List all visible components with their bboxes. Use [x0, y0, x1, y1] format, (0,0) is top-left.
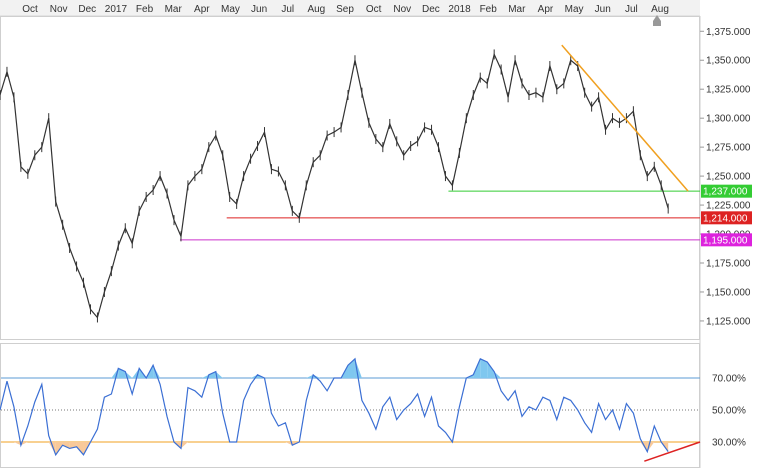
- x-tick-label: Dec: [78, 4, 96, 15]
- y-tick-label: 1,125.000: [706, 316, 751, 327]
- x-tick-label: May: [221, 4, 240, 15]
- x-tick-label: Feb: [136, 4, 154, 15]
- indicator-tick-label: 70.00%: [712, 374, 746, 385]
- x-tick-label: May: [565, 4, 584, 15]
- indicator-tick-label: 30.00%: [712, 438, 746, 449]
- x-tick-label: Aug: [651, 4, 669, 15]
- chart-background: [0, 0, 768, 470]
- y-tick-label: 1,375.000: [706, 27, 751, 38]
- price-label-text: 1,195.000: [703, 235, 748, 246]
- y-tick-label: 1,300.000: [706, 114, 751, 125]
- x-tick-label: Nov: [50, 4, 68, 15]
- x-tick-label: 2017: [105, 4, 128, 15]
- x-tick-label: Apr: [538, 4, 554, 15]
- indicator-tick-label: 50.00%: [712, 406, 746, 417]
- x-tick-label: Mar: [165, 4, 183, 15]
- x-tick-label: Aug: [307, 4, 325, 15]
- x-tick-label: Dec: [422, 4, 440, 15]
- x-tick-label: 2018: [448, 4, 471, 15]
- y-tick-label: 1,350.000: [706, 56, 751, 67]
- x-tick-label: Jul: [625, 4, 638, 15]
- x-tick-label: Feb: [480, 4, 498, 15]
- y-tick-label: 1,250.000: [706, 172, 751, 183]
- y-tick-label: 1,175.000: [706, 259, 751, 270]
- x-tick-label: Jul: [281, 4, 294, 15]
- x-tick-label: Oct: [22, 4, 38, 15]
- x-tick-label: Jun: [251, 4, 267, 15]
- price-label-text: 1,237.000: [703, 187, 748, 198]
- chart-canvas: Oct Nov Dec 2017 Feb Mar Apr May Jun Jul Aug Sep Oct…: [0, 0, 768, 470]
- price-annotations: 1,237.000 1,214.000 1,195.000: [701, 184, 752, 247]
- y-tick-label: 1,150.000: [706, 287, 751, 298]
- x-tick-label: Mar: [508, 4, 526, 15]
- x-tick-label: Nov: [393, 4, 411, 15]
- y-tick-label: 1,325.000: [706, 85, 751, 96]
- x-tick-label: Sep: [336, 4, 354, 15]
- x-tick-labels: Oct Nov Dec 2017 Feb Mar Apr May Jun Jul Aug Sep Oct…: [22, 4, 669, 15]
- x-tick-label: Oct: [366, 4, 382, 15]
- price-label-text: 1,214.000: [703, 213, 748, 224]
- y-tick-label: 1,275.000: [706, 143, 751, 154]
- y-tick-label: 1,225.000: [706, 201, 751, 212]
- x-tick-label: Jun: [595, 4, 611, 15]
- x-tick-label: Apr: [194, 4, 210, 15]
